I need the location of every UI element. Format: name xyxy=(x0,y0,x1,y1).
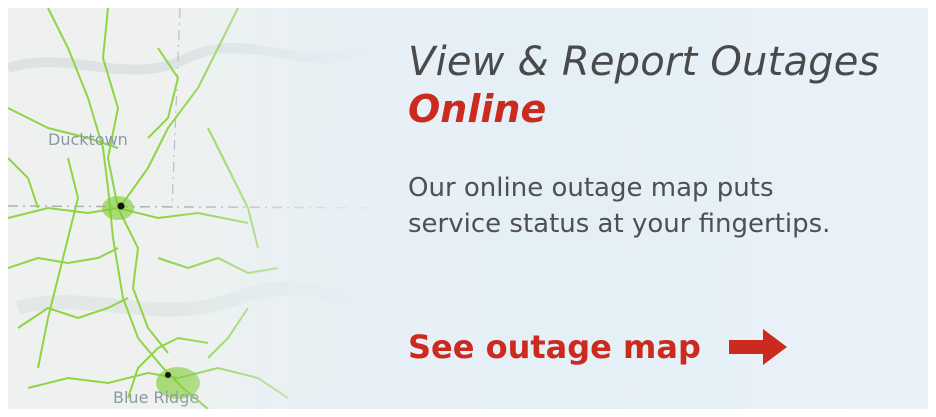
description-line-1: Our online outage map puts xyxy=(408,173,774,203)
banner-highlight: Online xyxy=(408,87,547,131)
description-line-2: service status at your fingertips. xyxy=(408,209,831,239)
banner-description: Our online outage map puts service statu… xyxy=(408,170,918,242)
see-outage-map-link[interactable]: See outage map xyxy=(408,328,787,366)
map-label-north: Ducktown xyxy=(48,130,128,149)
see-outage-map-label[interactable]: See outage map xyxy=(408,328,701,366)
outage-banner: Ducktown Blue Ridge View & Report Outage… xyxy=(8,8,928,409)
map-fade-overlay xyxy=(168,8,428,409)
banner-content: View & Report Outages Online Our online … xyxy=(408,38,918,242)
banner-title: View & Report Outages xyxy=(408,39,880,85)
arrow-right-icon[interactable] xyxy=(728,329,787,365)
